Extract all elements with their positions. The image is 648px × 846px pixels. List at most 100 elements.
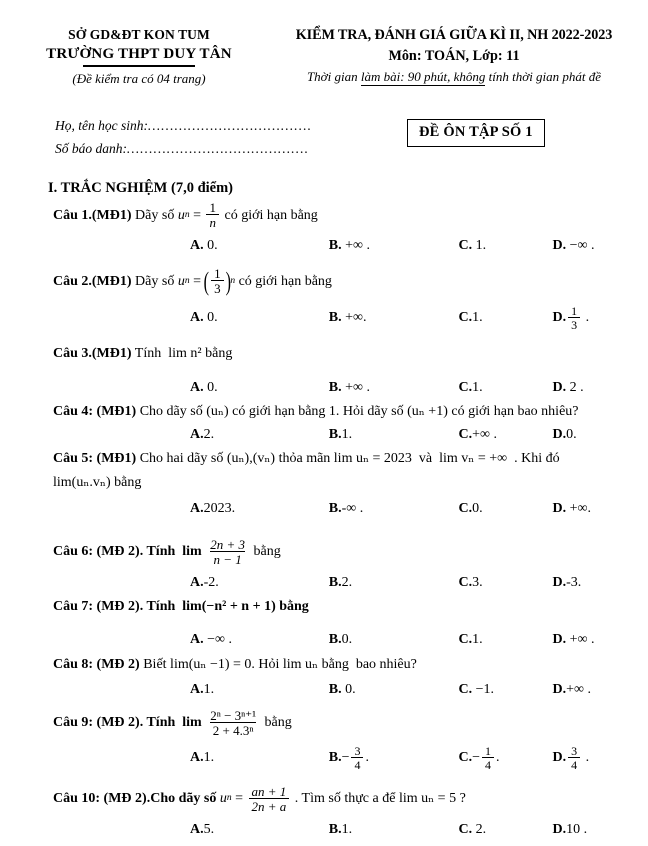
question-1-option-c[interactable]: C. 1. <box>459 238 553 255</box>
question-7-stem: Câu 7: (MĐ 2). Tính lim(−n² + n + 1) bằn… <box>53 598 642 616</box>
question-10-text-before: .Cho dãy số <box>146 791 220 807</box>
duration-suffix: tính thời gian phát đề <box>485 69 602 85</box>
question-8-option-b[interactable]: B. 0. <box>329 682 459 699</box>
department-name: SỞ GD&ĐT KON TUM <box>68 27 210 42</box>
question-4-option-d[interactable]: D. 0. <box>553 427 643 444</box>
question-6-option-d[interactable]: D. -3. <box>553 575 643 592</box>
question-10-option-a[interactable]: A. 5. <box>190 822 329 839</box>
question-9-stem: Câu 9: (MĐ 2). Tính lim 2ⁿ − 3ⁿ⁺¹ 2 + 4.3… <box>53 709 642 737</box>
option-letter: C. <box>458 379 473 395</box>
question-1-stem: Câu 1.(MĐ1) Dãy số u n = 1n có giới hạn b… <box>53 201 642 229</box>
question-3-option-b[interactable]: B. +∞ . <box>329 380 459 397</box>
question-9-option-b[interactable]: B. −3 4. <box>329 745 459 771</box>
question-4-option-a[interactable]: A. 2. <box>190 427 329 444</box>
option-value: -∞ . <box>341 500 364 516</box>
option-letter: A. <box>190 821 204 837</box>
question-2-numerator: 1 <box>214 265 221 281</box>
question-9-option-a[interactable]: A. 1. <box>190 750 329 767</box>
question-6-option-c[interactable]: C. 3. <box>459 575 553 592</box>
option-letter: D. <box>552 500 567 516</box>
question-2-label: Câu 2.(MĐ1) <box>53 273 132 289</box>
question-9-option-d[interactable]: D. 3 4 . <box>553 745 643 771</box>
question-9-options: A. 1. B. −3 4. C. −1 4. D. 3 4 . <box>53 745 642 771</box>
option-letter: B. <box>328 632 342 648</box>
question-2-option-b[interactable]: B. +∞. <box>329 310 459 327</box>
option-value: 2 . <box>566 379 584 395</box>
duration-underlined: làm bài: 90 phút, không <box>360 69 486 87</box>
option-letter: A. <box>190 379 204 395</box>
question-4-label: Câu 4: (MĐ1) <box>53 403 137 419</box>
question-2-option-d-fraction: 13 <box>568 305 581 331</box>
student-name-input[interactable]: ………………………………. <box>148 118 312 133</box>
question-8-label: Câu 8: (MĐ 2) <box>53 656 140 672</box>
option-suffix: . <box>582 749 590 765</box>
question-9: Câu 9: (MĐ 2). Tính lim 2ⁿ − 3ⁿ⁺¹ 2 + 4.3… <box>0 709 648 771</box>
question-5-option-c[interactable]: C. 0. <box>459 501 553 518</box>
option-value: +∞ . <box>566 681 592 697</box>
question-3-stem: Câu 3.(MĐ1) Tính lim n² bằng <box>53 345 642 363</box>
option-letter: C. <box>458 821 473 837</box>
exam-page: SỞ GD&ĐT KON TUM TRƯỜNG THPT DUY TÂN (Đề… <box>0 0 648 846</box>
question-6-option-b[interactable]: B. 2. <box>329 575 459 592</box>
question-3-option-c[interactable]: C. 1. <box>459 380 553 397</box>
question-1-options: A. 0. B. +∞ . C. 1. D. −∞ . <box>53 235 642 257</box>
student-id-input[interactable]: …………….……………………. <box>127 141 309 156</box>
question-7-option-c[interactable]: C. 1. <box>459 632 553 649</box>
option-value: -2. <box>203 574 219 590</box>
option-numerator: 3 <box>571 743 578 758</box>
question-2-option-c[interactable]: C. 1. <box>459 310 553 327</box>
exam-subject: Môn: TOÁN, Lớp: 11 <box>388 47 520 64</box>
option-letter: C. <box>458 632 473 648</box>
question-3-options: A. 0. B. +∞ . C. 1. D. 2 . <box>53 377 642 399</box>
exam-code-wrapper: ĐỀ ÔN TẬP SỐ 1 <box>395 114 648 148</box>
option-letter: B. <box>328 749 342 765</box>
question-2-fraction: 13 <box>211 267 224 295</box>
question-1-text-before: Dãy số <box>131 207 178 223</box>
question-7-option-a[interactable]: A. −∞ . <box>190 632 329 649</box>
option-letter: B. <box>328 574 342 590</box>
question-4: Câu 4: (MĐ1) Cho dãy số (uₙ) có giới hạn… <box>0 403 648 447</box>
question-1-option-a[interactable]: A. 0. <box>190 238 329 255</box>
option-letter: C. <box>458 427 473 443</box>
school-underline <box>83 65 195 67</box>
question-6-option-a[interactable]: A. -2. <box>190 575 329 592</box>
question-4-option-b[interactable]: B. 1. <box>329 427 459 444</box>
question-5-text: Cho hai dãy số (uₙ),(vₙ) thỏa mãn lim uₙ… <box>136 451 560 467</box>
question-6-label: Câu 6: (MĐ 2) <box>53 544 140 560</box>
question-1-option-d[interactable]: D. −∞ . <box>553 238 643 255</box>
option-value: − <box>472 749 481 765</box>
question-10-text-after: . Tìm số thực a để lim uₙ = 5 ? <box>291 791 466 807</box>
question-1-option-b[interactable]: B. +∞ . <box>329 238 459 255</box>
option-value: 1. <box>472 632 483 648</box>
question-4-stem: Câu 4: (MĐ1) Cho dãy số (uₙ) có giới hạn… <box>53 403 642 421</box>
question-5-option-b[interactable]: B. -∞ . <box>329 501 459 518</box>
option-value: +∞ . <box>341 379 370 395</box>
question-5-stem-line2: lim(uₙ.vₙ) bằng <box>53 474 642 492</box>
question-7-option-b[interactable]: B. 0. <box>329 632 459 649</box>
question-2-option-d[interactable]: D. 1 3 . <box>553 305 643 331</box>
question-5-option-a[interactable]: A. 2023. <box>190 501 329 518</box>
question-5-option-d[interactable]: D. +∞. <box>553 501 643 518</box>
option-letter: A. <box>190 427 204 443</box>
question-1-text-after: có giới hạn bằng <box>220 207 318 223</box>
question-9-option-c[interactable]: C. −1 4. <box>459 745 553 771</box>
question-4-option-c[interactable]: C. +∞ . <box>459 427 553 444</box>
question-3-option-a[interactable]: A. 0. <box>190 380 329 397</box>
option-value: −∞ . <box>566 238 595 254</box>
question-10-option-b[interactable]: B. 1. <box>329 822 459 839</box>
question-1-fraction: 1n <box>206 201 219 229</box>
question-2-stem: Câu 2.(MĐ1) Dãy số un = (1 3) n có giới hạ… <box>53 267 642 295</box>
question-6-stem: Câu 6: (MĐ 2). Tính lim 2n + 3n − 1 bằng <box>53 538 642 566</box>
question-10-label: Câu 10: (MĐ 2) <box>53 791 147 807</box>
question-8-option-c[interactable]: C. −1. <box>459 682 553 699</box>
question-10-option-d[interactable]: D. 10 . <box>553 822 643 839</box>
question-8-option-a[interactable]: A. 1. <box>190 682 329 699</box>
question-2-option-a[interactable]: A. 0. <box>190 310 329 327</box>
student-id-label: Số báo danh: <box>55 141 127 157</box>
question-8-option-d[interactable]: D. +∞ . <box>553 682 643 699</box>
question-10-option-c[interactable]: C. 2. <box>459 822 553 839</box>
question-7-option-d[interactable]: D. +∞ . <box>553 632 643 649</box>
question-6-text-after: bằng <box>250 544 281 560</box>
question-3-option-d[interactable]: D. 2 . <box>553 380 643 397</box>
question-6-text-before: . Tính lim <box>139 544 206 560</box>
